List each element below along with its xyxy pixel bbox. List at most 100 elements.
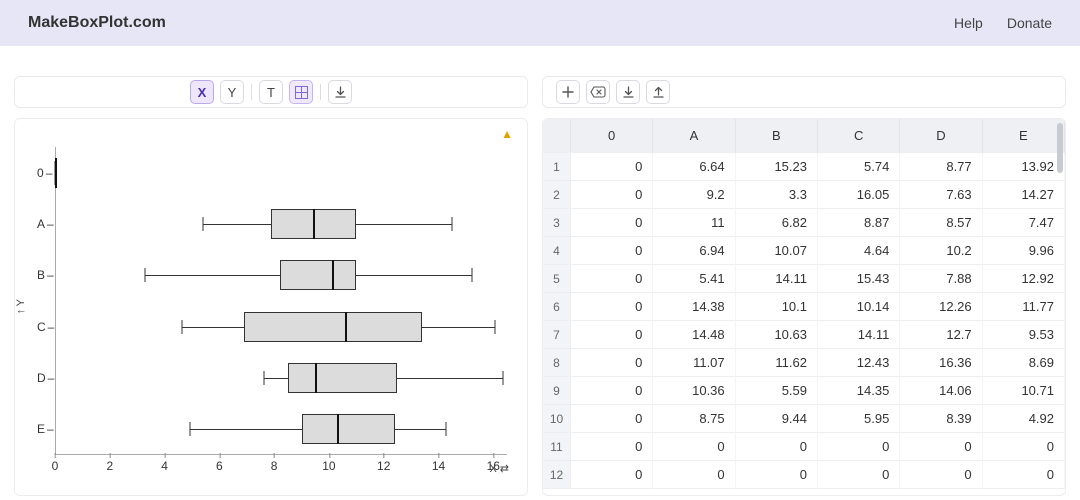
column-header[interactable]: 0 bbox=[571, 119, 653, 153]
data-cell[interactable]: 0 bbox=[571, 237, 653, 265]
axis-x-button[interactable]: X bbox=[190, 80, 214, 104]
data-cell[interactable]: 0 bbox=[571, 377, 653, 405]
column-header[interactable]: D bbox=[900, 119, 982, 153]
data-cell[interactable]: 14.35 bbox=[818, 377, 900, 405]
data-cell[interactable]: 11.07 bbox=[653, 349, 735, 377]
data-cell[interactable]: 7.88 bbox=[900, 265, 982, 293]
upload-data-button[interactable] bbox=[646, 80, 670, 104]
row-header[interactable]: 12 bbox=[543, 461, 571, 489]
data-cell[interactable]: 0 bbox=[818, 433, 900, 461]
data-grid[interactable]: 0ABCDE106.6415.235.748.7713.92209.23.316… bbox=[543, 119, 1065, 489]
data-cell[interactable]: 12.43 bbox=[818, 349, 900, 377]
row-header[interactable]: 2 bbox=[543, 181, 571, 209]
boxplot-area[interactable]: 0–A–B–C–D–E–0246810121416 bbox=[55, 147, 507, 455]
data-cell[interactable]: 14.38 bbox=[653, 293, 735, 321]
data-cell[interactable]: 7.47 bbox=[983, 209, 1065, 237]
data-cell[interactable]: 5.74 bbox=[818, 153, 900, 181]
data-cell[interactable]: 11.62 bbox=[736, 349, 818, 377]
row-header[interactable]: 11 bbox=[543, 433, 571, 461]
data-cell[interactable]: 5.95 bbox=[818, 405, 900, 433]
data-cell[interactable]: 0 bbox=[571, 293, 653, 321]
data-cell[interactable]: 10.36 bbox=[653, 377, 735, 405]
data-cell[interactable]: 0 bbox=[818, 461, 900, 489]
data-cell[interactable]: 0 bbox=[571, 461, 653, 489]
data-cell[interactable]: 12.92 bbox=[983, 265, 1065, 293]
data-cell[interactable]: 4.92 bbox=[983, 405, 1065, 433]
data-cell[interactable]: 0 bbox=[571, 265, 653, 293]
data-cell[interactable]: 8.57 bbox=[900, 209, 982, 237]
data-cell[interactable]: 0 bbox=[571, 181, 653, 209]
data-cell[interactable]: 8.77 bbox=[900, 153, 982, 181]
data-cell[interactable]: 12.26 bbox=[900, 293, 982, 321]
data-cell[interactable]: 15.43 bbox=[818, 265, 900, 293]
data-cell[interactable]: 10.63 bbox=[736, 321, 818, 349]
data-cell[interactable]: 8.69 bbox=[983, 349, 1065, 377]
data-cell[interactable]: 13.92 bbox=[983, 153, 1065, 181]
data-cell[interactable]: 0 bbox=[571, 433, 653, 461]
data-cell[interactable]: 0 bbox=[571, 153, 653, 181]
data-cell[interactable]: 0 bbox=[571, 349, 653, 377]
donate-link[interactable]: Donate bbox=[1007, 15, 1052, 31]
data-cell[interactable]: 11 bbox=[653, 209, 735, 237]
data-cell[interactable]: 10.14 bbox=[818, 293, 900, 321]
download-chart-button[interactable] bbox=[328, 80, 352, 104]
data-cell[interactable]: 0 bbox=[900, 461, 982, 489]
data-cell[interactable]: 6.82 bbox=[736, 209, 818, 237]
column-header[interactable]: E bbox=[983, 119, 1065, 153]
column-header[interactable]: C bbox=[818, 119, 900, 153]
row-header[interactable]: 4 bbox=[543, 237, 571, 265]
data-cell[interactable]: 7.63 bbox=[900, 181, 982, 209]
data-cell[interactable]: 0 bbox=[736, 433, 818, 461]
layout-grid-button[interactable] bbox=[289, 80, 313, 104]
clear-button[interactable] bbox=[586, 80, 610, 104]
data-cell[interactable]: 15.23 bbox=[736, 153, 818, 181]
data-cell[interactable]: 0 bbox=[900, 433, 982, 461]
data-cell[interactable]: 0 bbox=[983, 433, 1065, 461]
row-header[interactable]: 1 bbox=[543, 153, 571, 181]
data-cell[interactable]: 8.39 bbox=[900, 405, 982, 433]
data-cell[interactable]: 0 bbox=[653, 433, 735, 461]
data-cell[interactable]: 4.64 bbox=[818, 237, 900, 265]
data-cell[interactable]: 5.59 bbox=[736, 377, 818, 405]
text-tool-button[interactable]: T bbox=[259, 80, 283, 104]
data-cell[interactable]: 9.96 bbox=[983, 237, 1065, 265]
data-cell[interactable]: 11.77 bbox=[983, 293, 1065, 321]
data-cell[interactable]: 0 bbox=[983, 461, 1065, 489]
column-header[interactable]: B bbox=[736, 119, 818, 153]
row-header[interactable]: 5 bbox=[543, 265, 571, 293]
row-header[interactable]: 8 bbox=[543, 349, 571, 377]
data-cell[interactable]: 8.75 bbox=[653, 405, 735, 433]
data-cell[interactable]: 6.94 bbox=[653, 237, 735, 265]
scrollbar-thumb[interactable] bbox=[1057, 123, 1063, 173]
data-cell[interactable]: 0 bbox=[571, 209, 653, 237]
data-cell[interactable]: 12.7 bbox=[900, 321, 982, 349]
data-cell[interactable]: 9.44 bbox=[736, 405, 818, 433]
data-cell[interactable]: 9.53 bbox=[983, 321, 1065, 349]
data-cell[interactable]: 8.87 bbox=[818, 209, 900, 237]
data-cell[interactable]: 10.2 bbox=[900, 237, 982, 265]
row-header[interactable]: 9 bbox=[543, 377, 571, 405]
row-header[interactable]: 6 bbox=[543, 293, 571, 321]
data-cell[interactable]: 14.27 bbox=[983, 181, 1065, 209]
data-cell[interactable]: 14.48 bbox=[653, 321, 735, 349]
download-data-button[interactable] bbox=[616, 80, 640, 104]
data-cell[interactable]: 0 bbox=[571, 321, 653, 349]
add-column-button[interactable] bbox=[556, 80, 580, 104]
row-header[interactable]: 7 bbox=[543, 321, 571, 349]
data-cell[interactable]: 9.2 bbox=[653, 181, 735, 209]
data-cell[interactable]: 10.71 bbox=[983, 377, 1065, 405]
data-cell[interactable]: 14.06 bbox=[900, 377, 982, 405]
data-cell[interactable]: 0 bbox=[571, 405, 653, 433]
column-header[interactable]: A bbox=[653, 119, 735, 153]
data-cell[interactable]: 14.11 bbox=[736, 265, 818, 293]
axis-y-button[interactable]: Y bbox=[220, 80, 244, 104]
data-cell[interactable]: 0 bbox=[653, 461, 735, 489]
data-cell[interactable]: 6.64 bbox=[653, 153, 735, 181]
row-header[interactable]: 10 bbox=[543, 405, 571, 433]
data-cell[interactable]: 16.36 bbox=[900, 349, 982, 377]
row-header[interactable]: 3 bbox=[543, 209, 571, 237]
data-cell[interactable]: 3.3 bbox=[736, 181, 818, 209]
help-link[interactable]: Help bbox=[954, 15, 983, 31]
x-axis-swap-icon[interactable]: ⇄ bbox=[500, 462, 509, 475]
data-cell[interactable]: 0 bbox=[736, 461, 818, 489]
